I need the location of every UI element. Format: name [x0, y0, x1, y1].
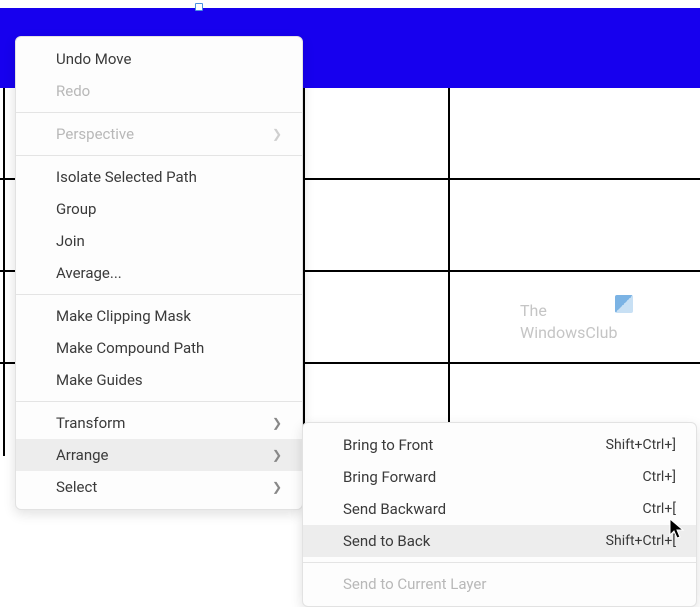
submenu-send-to-back[interactable]: Send to Back Shift+Ctrl+[	[303, 525, 696, 557]
menu-make-guides[interactable]: Make Guides	[16, 364, 302, 396]
menu-label: Bring Forward	[343, 468, 436, 486]
menu-separator	[16, 294, 302, 295]
menu-separator	[303, 562, 696, 563]
menu-label: Isolate Selected Path	[56, 168, 197, 186]
menu-separator	[16, 112, 302, 113]
menu-label: Join	[56, 232, 85, 250]
menu-isolate-selected-path[interactable]: Isolate Selected Path	[16, 161, 302, 193]
menu-arrange[interactable]: Arrange ❯	[16, 439, 302, 471]
submenu-bring-forward[interactable]: Bring Forward Ctrl+]	[303, 461, 696, 493]
menu-select[interactable]: Select ❯	[16, 471, 302, 503]
menu-make-clipping-mask[interactable]: Make Clipping Mask	[16, 300, 302, 332]
chevron-right-icon: ❯	[272, 127, 282, 141]
menu-label: Arrange	[56, 446, 108, 464]
menu-label: Send to Back	[343, 532, 430, 550]
menu-redo: Redo	[16, 75, 302, 107]
menu-transform[interactable]: Transform ❯	[16, 407, 302, 439]
submenu-send-to-current-layer: Send to Current Layer	[303, 568, 696, 600]
menu-shortcut: Shift+Ctrl+[	[606, 533, 676, 549]
menu-shortcut: Ctrl+[	[643, 501, 677, 517]
menu-label: Send Backward	[343, 500, 446, 518]
selection-handle-top[interactable]	[195, 3, 203, 11]
menu-label: Transform	[56, 414, 125, 432]
menu-label: Select	[56, 478, 97, 496]
watermark-icon	[615, 295, 633, 313]
submenu-send-backward[interactable]: Send Backward Ctrl+[	[303, 493, 696, 525]
watermark-text: The WindowsClub	[520, 300, 617, 345]
menu-label: Perspective	[56, 125, 134, 143]
menu-shortcut: Shift+Ctrl+]	[606, 437, 676, 453]
menu-label: Make Guides	[56, 371, 143, 389]
menu-separator	[16, 155, 302, 156]
menu-shortcut: Ctrl+]	[643, 469, 677, 485]
menu-separator	[16, 401, 302, 402]
menu-label: Make Clipping Mask	[56, 307, 191, 325]
menu-make-compound-path[interactable]: Make Compound Path	[16, 332, 302, 364]
context-menu-main: Undo Move Redo Perspective ❯ Isolate Sel…	[15, 36, 303, 510]
menu-undo[interactable]: Undo Move	[16, 43, 302, 75]
menu-label: Undo Move	[56, 50, 131, 68]
submenu-bring-to-front[interactable]: Bring to Front Shift+Ctrl+]	[303, 429, 696, 461]
menu-join[interactable]: Join	[16, 225, 302, 257]
chevron-right-icon: ❯	[272, 448, 282, 462]
menu-average[interactable]: Average...	[16, 257, 302, 289]
menu-perspective: Perspective ❯	[16, 118, 302, 150]
menu-label: Group	[56, 200, 96, 218]
chevron-right-icon: ❯	[272, 480, 282, 494]
menu-label: Send to Current Layer	[343, 575, 486, 593]
menu-label: Bring to Front	[343, 436, 433, 454]
menu-group[interactable]: Group	[16, 193, 302, 225]
menu-label: Make Compound Path	[56, 339, 204, 357]
chevron-right-icon: ❯	[272, 416, 282, 430]
menu-label: Redo	[56, 82, 90, 100]
context-menu-arrange-submenu: Bring to Front Shift+Ctrl+] Bring Forwar…	[302, 422, 697, 607]
menu-label: Average...	[56, 264, 122, 282]
